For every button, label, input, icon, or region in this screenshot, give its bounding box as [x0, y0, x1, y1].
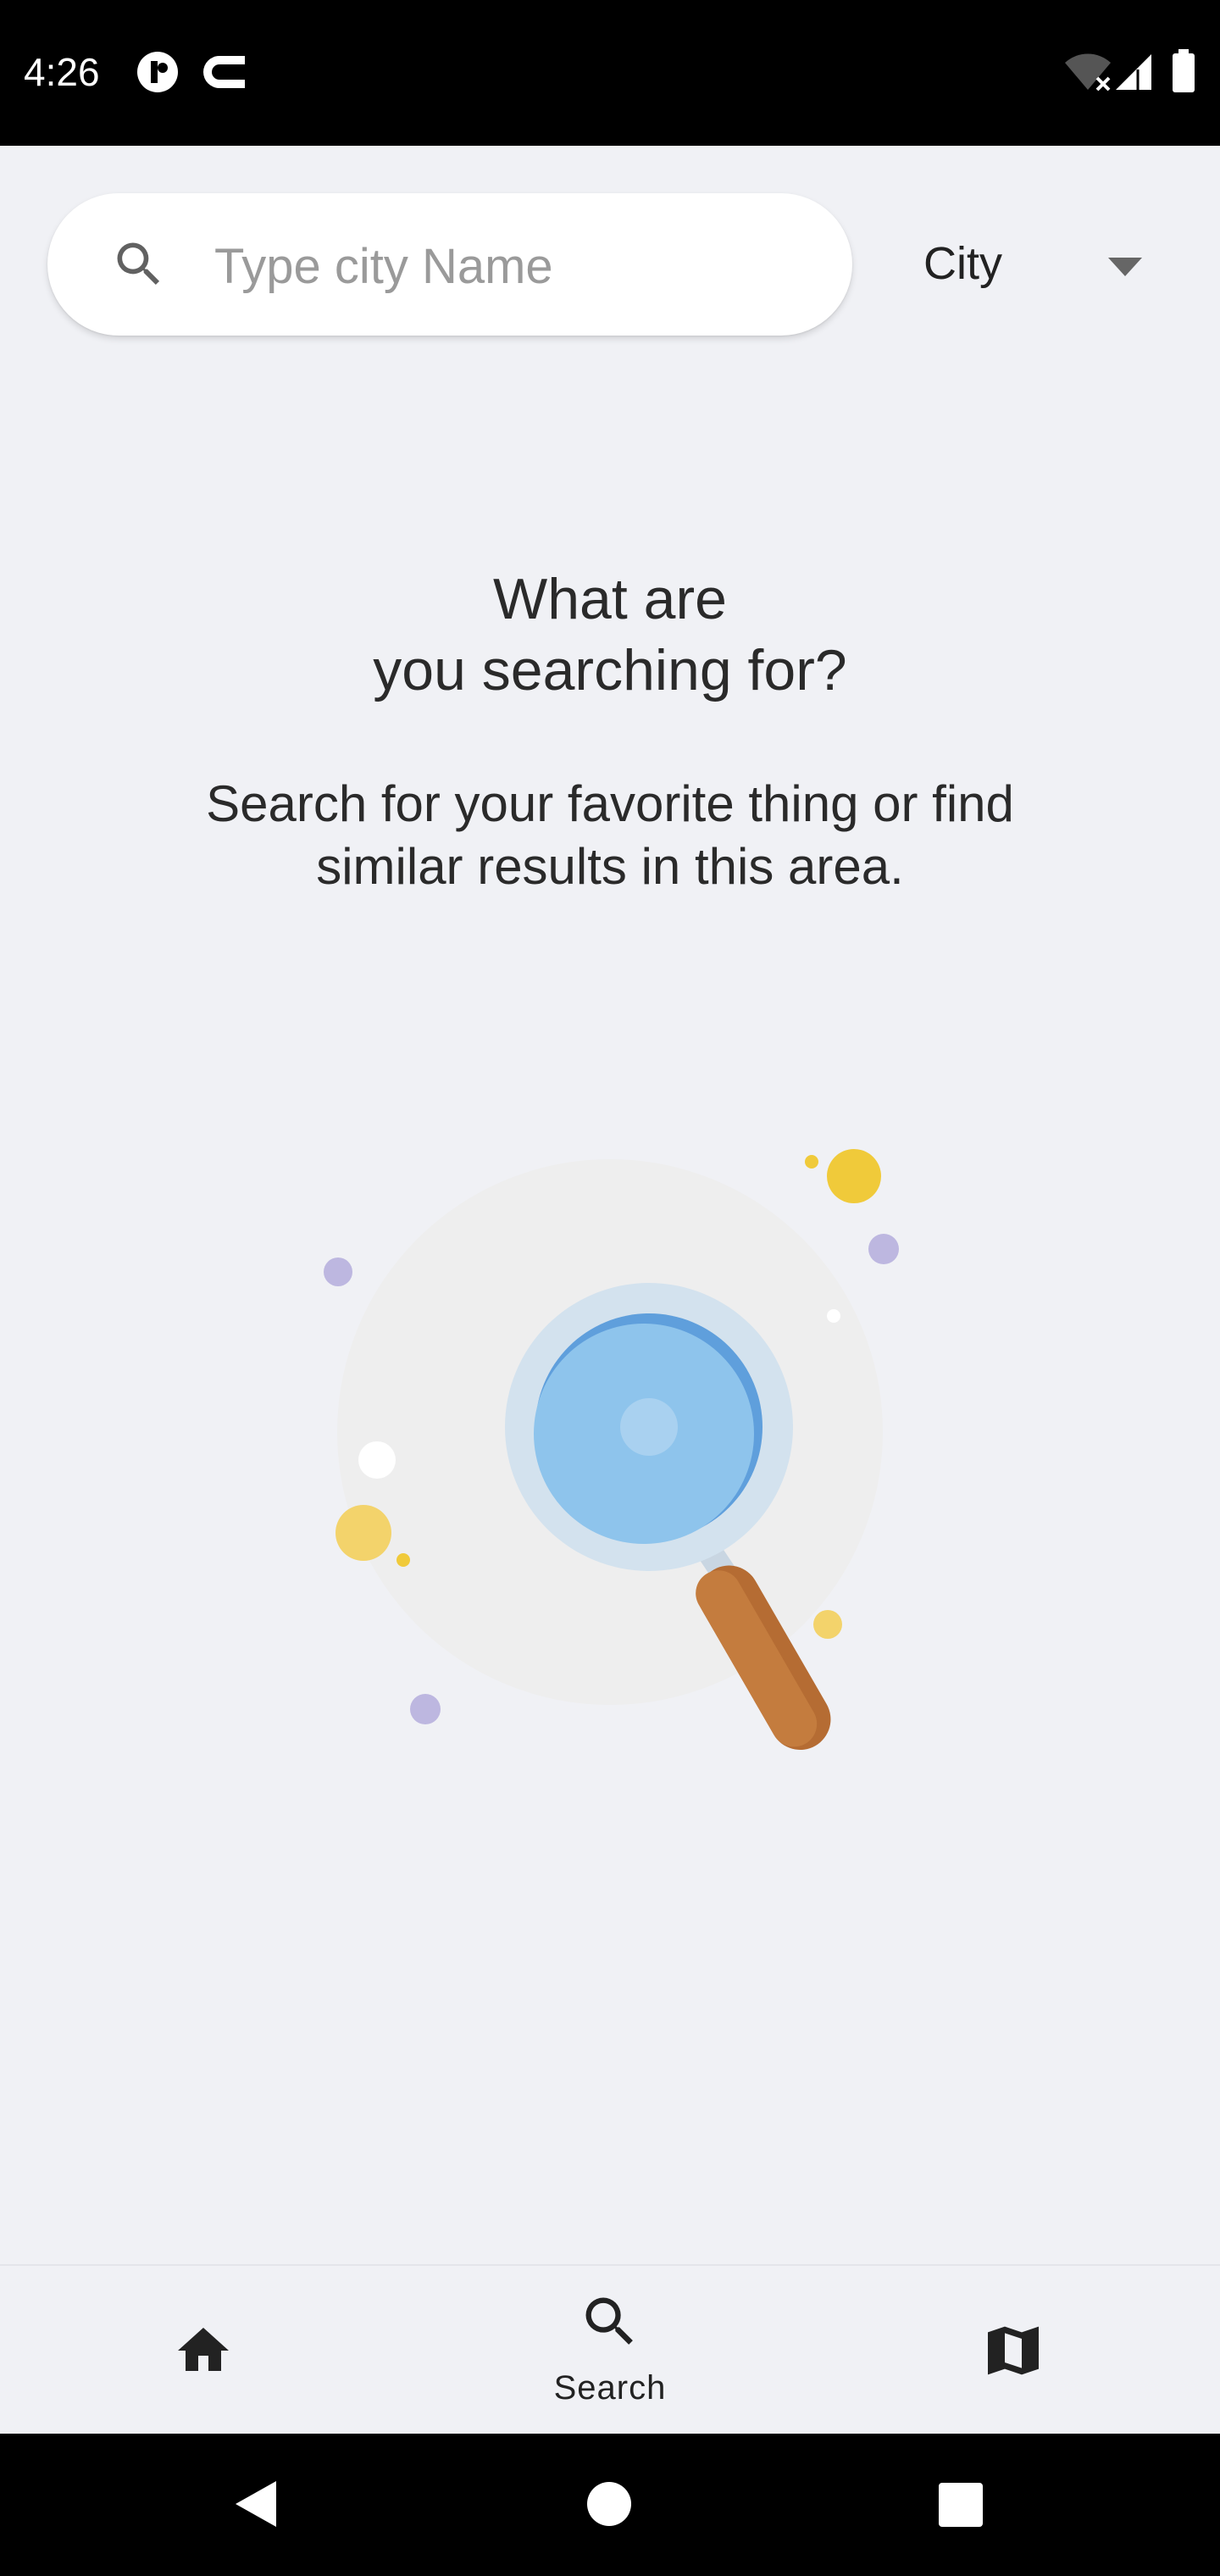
nav-item-search[interactable]: Search	[407, 2266, 813, 2435]
empty-state-subtitle-line2: similar results in this area.	[316, 838, 904, 895]
status-bar: 4:26	[0, 0, 1220, 146]
nav-item-home[interactable]	[0, 2266, 407, 2435]
cast-app-icon	[199, 51, 250, 97]
bottom-navigation: Search	[0, 2264, 1220, 2435]
search-input[interactable]	[213, 227, 809, 305]
system-navigation-bar	[0, 2434, 1220, 2576]
map-icon	[979, 2317, 1047, 2389]
battery-icon	[1171, 49, 1196, 97]
empty-state-title-line1: What are	[493, 567, 727, 631]
empty-state-subtitle-line1: Search for your favorite thing or find	[206, 775, 1014, 832]
wifi-off-icon	[1063, 53, 1112, 96]
empty-state-title-line2: you searching for?	[373, 638, 847, 702]
nav-item-map[interactable]	[813, 2266, 1220, 2435]
notification-app-icon	[136, 51, 180, 97]
search-header: City	[0, 146, 1220, 366]
empty-state-subtitle: Search for your favorite thing or find s…	[0, 773, 1220, 898]
search-bar[interactable]	[47, 193, 852, 336]
home-circle-icon[interactable]	[586, 2481, 632, 2531]
search-icon	[110, 236, 168, 297]
city-dropdown-label: City	[923, 238, 1002, 289]
magnifying-glass-illustration	[305, 1119, 915, 1784]
signal-icon	[1114, 53, 1153, 96]
empty-state-title: What are you searching for?	[0, 564, 1220, 706]
back-icon[interactable]	[230, 2478, 280, 2534]
home-icon	[173, 2320, 234, 2385]
recents-icon[interactable]	[939, 2483, 983, 2531]
nav-item-search-label: Search	[553, 2369, 667, 2407]
city-dropdown[interactable]: City	[898, 214, 1169, 315]
status-time: 4:26	[24, 50, 100, 94]
search-icon	[578, 2290, 642, 2358]
caret-down-icon	[1108, 258, 1142, 280]
